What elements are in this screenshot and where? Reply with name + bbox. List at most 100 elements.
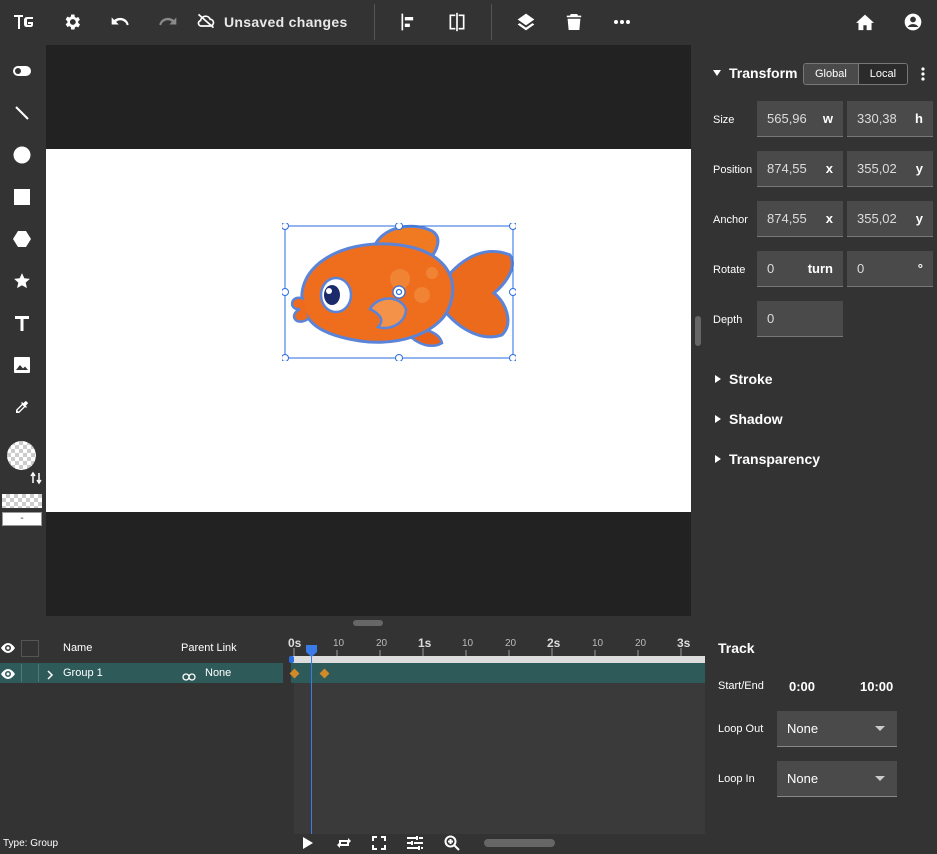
layers-icon[interactable] <box>502 0 550 44</box>
undo-icon[interactable] <box>96 0 144 44</box>
transform-section-header[interactable]: Transform <box>713 65 797 81</box>
transparency-section-header[interactable]: Transparency <box>715 451 820 467</box>
depth-field[interactable]: 0 <box>757 301 843 337</box>
stroke-width-field[interactable]: - <box>2 512 42 526</box>
dropdown-arrow-icon <box>875 776 885 781</box>
collapse-caret-icon <box>715 415 721 423</box>
anchor-y-field[interactable]: 355,02 y <box>847 201 933 237</box>
layer-row[interactable] <box>0 663 283 683</box>
layer-name[interactable]: Group 1 <box>63 667 103 679</box>
flip-horizontal-icon[interactable] <box>433 0 481 44</box>
ruler-tick-label: 20 <box>505 638 517 649</box>
name-column-header[interactable]: Name <box>63 642 92 654</box>
text-tool-icon[interactable] <box>0 303 43 343</box>
position-x-field[interactable]: 874,55 x <box>757 151 843 187</box>
loop-in-select[interactable]: None <box>777 761 897 797</box>
position-y-field[interactable]: 355,02 y <box>847 151 933 187</box>
visibility-eye-icon[interactable] <box>0 667 16 685</box>
size-width-field[interactable]: 565,96 w <box>757 101 843 137</box>
ruler-tick-label: 0s <box>288 636 302 650</box>
image-tool-icon[interactable] <box>0 345 43 385</box>
position-label: Position <box>713 164 753 176</box>
ruler-tick-label: 20 <box>376 638 388 649</box>
stroke-color-swatch[interactable] <box>2 494 42 508</box>
toolbar-divider <box>490 4 492 40</box>
global-toggle-button[interactable]: Global <box>804 64 858 84</box>
polygon-tool-icon[interactable] <box>0 219 43 259</box>
ruler-tick-label: 10 <box>333 638 345 649</box>
timeline-zoom-scrollbar[interactable] <box>484 839 555 847</box>
goldfish-illustration[interactable] <box>282 223 516 361</box>
fullscreen-icon[interactable] <box>372 836 386 854</box>
local-toggle-button[interactable]: Local <box>857 64 908 84</box>
loop-out-label: Loop Out <box>718 723 764 735</box>
horizontal-scrollbar[interactable] <box>353 620 383 626</box>
anchor-label: Anchor <box>713 214 748 226</box>
visibility-eye-icon[interactable] <box>0 641 16 659</box>
zoom-in-icon[interactable] <box>444 835 460 854</box>
tune-sliders-icon[interactable] <box>407 836 423 854</box>
line-tool-icon[interactable] <box>0 93 43 133</box>
stroke-section-header[interactable]: Stroke <box>715 371 773 387</box>
properties-panel: Transform Global Local Size 565,96 w 330,… <box>703 45 937 625</box>
track-title: Track <box>718 640 755 656</box>
track-row[interactable] <box>291 663 705 683</box>
ruler-tick-label: 20 <box>635 638 647 649</box>
rotate-degree-field[interactable]: 0 ° <box>847 251 933 287</box>
more-horizontal-icon[interactable] <box>598 0 646 44</box>
playhead-handle[interactable] <box>306 644 317 662</box>
play-icon[interactable] <box>302 836 314 854</box>
size-label: Size <box>713 114 735 126</box>
home-icon[interactable] <box>841 0 889 44</box>
align-left-icon[interactable] <box>385 0 433 44</box>
expand-caret-icon <box>713 70 721 76</box>
delete-trash-icon[interactable] <box>550 0 598 44</box>
parent-link-column-header[interactable]: Parent Link <box>181 642 237 654</box>
shadow-section-header[interactable]: Shadow <box>715 411 783 427</box>
ruler-tick-label: 3s <box>677 636 691 650</box>
eyedropper-tool-icon[interactable] <box>0 387 43 427</box>
loop-icon[interactable] <box>336 836 352 854</box>
playhead-line[interactable] <box>311 652 312 834</box>
more-vertical-icon[interactable] <box>921 67 925 86</box>
anchor-x-field[interactable]: 874,55 x <box>757 201 843 237</box>
work-area-start-handle[interactable] <box>289 656 294 663</box>
fill-color-swatch[interactable] <box>7 441 36 470</box>
ruler-tick-label: 1s <box>418 636 432 650</box>
chevron-right-icon[interactable] <box>46 667 54 685</box>
vertical-scrollbar[interactable] <box>695 316 701 346</box>
size-height-field[interactable]: 330,38 h <box>847 101 933 137</box>
redo-icon[interactable] <box>144 0 192 44</box>
canvas-viewport[interactable] <box>46 45 691 616</box>
cloud-off-icon <box>196 13 216 32</box>
collapse-caret-icon <box>715 375 721 383</box>
unsaved-changes-indicator: Unsaved changes <box>192 13 364 32</box>
toolbar-divider <box>373 4 375 40</box>
ellipse-tool-icon[interactable] <box>0 135 43 175</box>
loop-out-select[interactable]: None <box>777 711 897 747</box>
lock-column-header[interactable] <box>21 640 39 657</box>
settings-gear-icon[interactable] <box>48 0 96 44</box>
ruler-tick-label: 10 <box>592 638 604 649</box>
lock-toggle[interactable] <box>21 664 39 682</box>
depth-label: Depth <box>713 314 743 326</box>
start-end-label: Start/End <box>718 680 764 692</box>
account-icon[interactable] <box>889 0 937 44</box>
unsaved-changes-label: Unsaved changes <box>224 14 348 30</box>
app-logo-icon[interactable] <box>0 0 48 44</box>
track-start-value[interactable]: 0:00 <box>789 679 815 694</box>
rotate-label: Rotate <box>713 264 746 276</box>
toggle-tool-icon[interactable] <box>0 51 43 91</box>
transform-space-toggle: Global Local <box>803 63 909 85</box>
work-area-bar[interactable] <box>291 656 705 663</box>
ruler-tick-label: 10 <box>462 638 474 649</box>
layer-parent-link[interactable]: None <box>205 667 231 679</box>
star-tool-icon[interactable] <box>0 261 43 301</box>
ruler-tick-label: 2s <box>547 636 561 650</box>
rectangle-tool-icon[interactable] <box>0 177 43 217</box>
rotate-turn-field[interactable]: 0 turn <box>757 251 843 287</box>
track-end-value[interactable]: 10:00 <box>860 679 893 694</box>
top-toolbar: Unsaved changes <box>0 0 937 44</box>
swap-colors-icon[interactable] <box>30 471 42 490</box>
canvas-stage[interactable] <box>46 149 691 512</box>
